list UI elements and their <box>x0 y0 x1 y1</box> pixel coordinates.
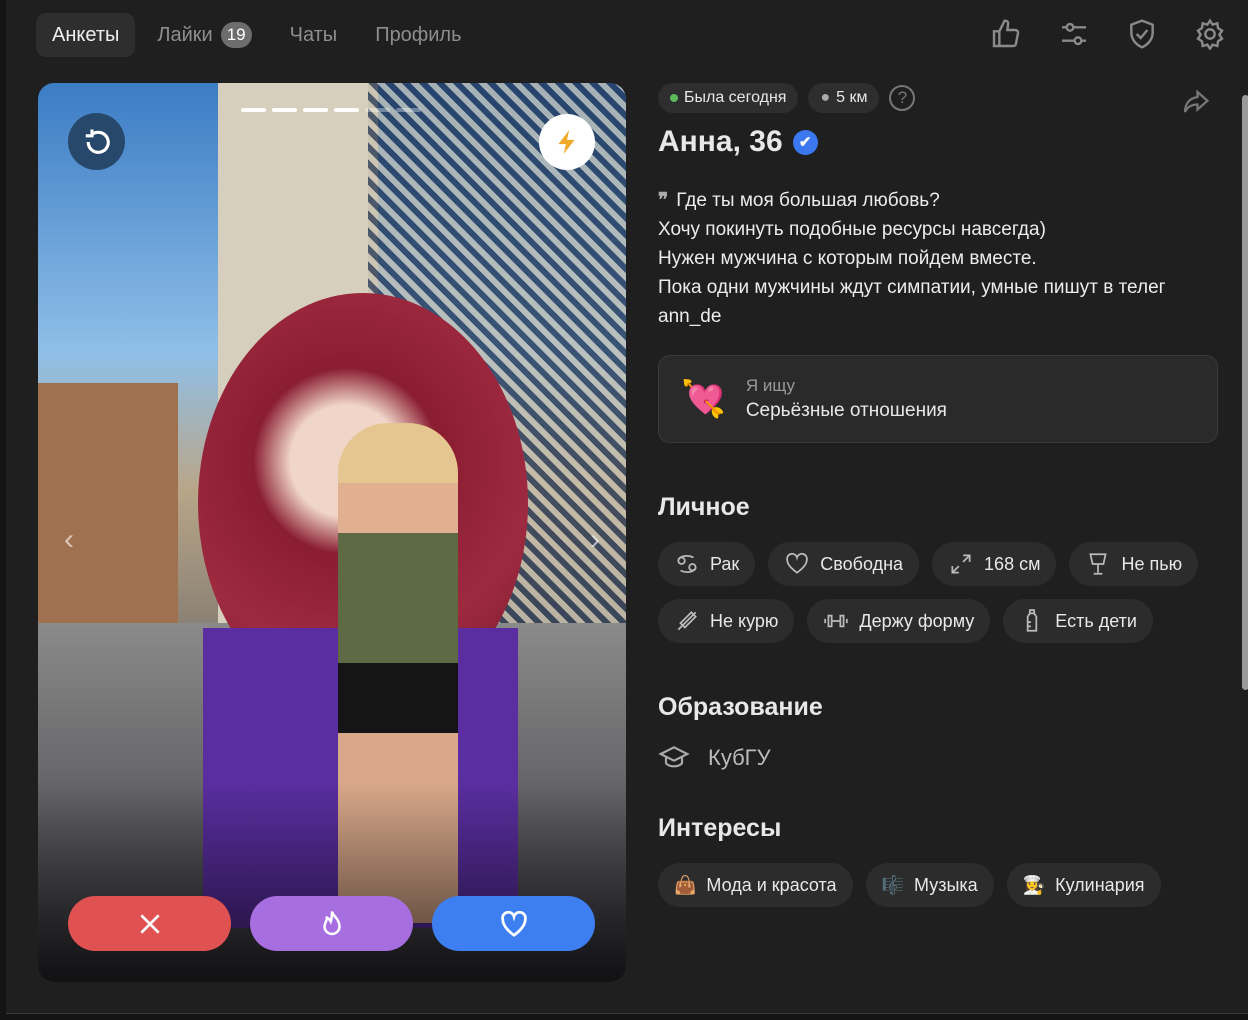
zodiac-cancer-icon <box>677 555 697 573</box>
flame-icon <box>322 910 341 935</box>
education-text: КубГУ <box>708 745 771 770</box>
profile-name: Анна, 36 ✔ <box>658 125 1218 159</box>
chip-label: Мода и красота <box>706 874 837 895</box>
interest-chip: 👜 Мода и красота <box>658 863 853 907</box>
baby-bottle-icon <box>1027 609 1038 632</box>
share-icon[interactable] <box>1178 87 1212 117</box>
location-pin-icon: ● <box>820 89 831 106</box>
tab-profiles[interactable]: Анкеты <box>36 13 136 57</box>
online-dot-icon <box>670 94 678 102</box>
lightning-icon <box>558 130 575 154</box>
tab-label: Чаты <box>289 23 338 46</box>
interest-chips: 👜 Мода и красота 🎼 Музыка 👩‍🍳 Кулинария <box>658 863 1218 907</box>
quote-icon: ❞ <box>658 190 669 211</box>
main-tabs: Анкеты Лайки 19 Чаты Профиль <box>36 13 478 57</box>
bio-line: ann_de <box>658 306 722 327</box>
next-photo-arrow[interactable]: › <box>590 523 600 557</box>
close-icon <box>139 913 160 934</box>
looking-for-card: 💘 Я ищу Серьёзные отношения <box>658 355 1218 443</box>
undo-button[interactable] <box>68 113 125 170</box>
handbag-icon: 👜 <box>674 874 697 895</box>
personal-chips: Рак Свободна 168 см Не пью Не курю Держу… <box>658 542 1218 643</box>
verified-icon: ✔ <box>792 129 818 155</box>
photo-dot[interactable] <box>334 108 359 112</box>
no-smoking-icon <box>677 611 697 631</box>
bio-line: Где ты моя большая любовь? <box>676 190 940 211</box>
chip-label: Не пью <box>1121 553 1183 574</box>
dumbbell-icon <box>824 614 849 628</box>
chip-relationship: Свободна <box>768 542 920 586</box>
education-heading: Образование <box>658 693 823 721</box>
photo-dot[interactable] <box>365 108 390 112</box>
chip-label: 168 см <box>984 553 1041 574</box>
profile-photo[interactable]: ‹ › <box>38 83 626 982</box>
name-age: Анна, 36 <box>658 125 783 158</box>
chip-label: Свободна <box>820 553 904 574</box>
interests-heading: Интересы <box>658 814 782 842</box>
chip-label: Не курю <box>710 610 779 631</box>
expand-arrows-icon <box>951 554 971 574</box>
dislike-button[interactable] <box>68 896 231 951</box>
education-item: КубГУ <box>658 742 1218 774</box>
chip-label: Есть дети <box>1055 610 1137 631</box>
looking-label: Я ищу <box>745 376 796 395</box>
personal-heading: Личное <box>658 493 750 521</box>
app-window: Анкеты Лайки 19 Чаты Профиль ‹ › Была сег… <box>6 0 1248 1014</box>
help-icon[interactable]: ? <box>889 85 916 111</box>
photo-dot[interactable] <box>272 108 297 112</box>
heart-arrow-icon: 💘 <box>681 378 726 419</box>
chip-label: Рак <box>710 553 740 574</box>
likes-count-badge: 19 <box>220 22 252 48</box>
bio-line: Пока одни мужчины ждут симпатии, умные п… <box>658 277 1166 298</box>
chip-label: Держу форму <box>859 610 975 631</box>
chip-fitness: Держу форму <box>807 599 991 643</box>
photo-dot[interactable] <box>241 108 266 112</box>
cook-icon: 👩‍🍳 <box>1022 874 1046 895</box>
tab-label: Профиль <box>375 23 462 46</box>
graduation-cap-icon <box>658 746 690 768</box>
tab-likes[interactable]: Лайки 19 <box>141 13 267 57</box>
bio-line: Хочу покинуть подобные ресурсы навсегда) <box>658 219 1046 240</box>
tab-label: Лайки <box>157 23 213 46</box>
scrollbar[interactable] <box>1242 95 1248 690</box>
interest-chip: 🎼 Музыка <box>865 863 994 907</box>
boost-button[interactable] <box>539 114 595 170</box>
online-status-badge: Была сегодня <box>658 83 799 113</box>
tab-label: Анкеты <box>52 23 120 46</box>
tab-profile[interactable]: Профиль <box>359 13 477 57</box>
undo-icon <box>85 129 110 154</box>
like-button[interactable] <box>432 896 595 951</box>
photo-progress <box>241 108 421 112</box>
thumbs-up-icon[interactable] <box>990 18 1022 50</box>
interest-chip: 👩‍🍳 Кулинария <box>1006 863 1161 907</box>
chip-alcohol: Не пью <box>1069 542 1199 586</box>
heart-icon <box>786 552 809 574</box>
photo-dot[interactable] <box>303 108 328 112</box>
status-text: Была сегодня <box>684 89 787 106</box>
chip-smoking: Не курю <box>658 599 795 643</box>
shield-check-icon[interactable] <box>1126 18 1158 50</box>
heart-icon <box>500 910 527 937</box>
profile-details: Была сегодня ● 5 км ? Анна, 36 ✔ ❞ Где ты м… <box>658 83 1218 907</box>
prev-photo-arrow[interactable]: ‹ <box>64 523 74 557</box>
chip-height: 168 см <box>932 542 1057 586</box>
chip-children: Есть дети <box>1003 599 1153 643</box>
chip-zodiac: Рак <box>658 542 756 586</box>
music-score-icon: 🎼 <box>881 874 904 895</box>
superlike-button[interactable] <box>250 896 413 951</box>
gear-icon[interactable] <box>1194 18 1226 50</box>
chip-label: Музыка <box>914 874 978 895</box>
tab-chats[interactable]: Чаты <box>274 13 354 57</box>
glass-icon <box>1089 553 1108 575</box>
filter-sliders-icon[interactable] <box>1058 18 1090 50</box>
photo-dot[interactable] <box>396 108 421 112</box>
chip-label: Кулинария <box>1055 874 1145 895</box>
distance-text: 5 км <box>836 89 868 106</box>
looking-value: Серьёзные отношения <box>745 400 947 421</box>
photo-shade <box>38 782 626 982</box>
bio: ❞ Где ты моя большая любовь? Хочу покинут… <box>658 186 1218 331</box>
bio-line: Нужен мужчина с которым пойдем вместе. <box>658 248 1037 269</box>
distance-badge: ● 5 км <box>808 83 880 113</box>
